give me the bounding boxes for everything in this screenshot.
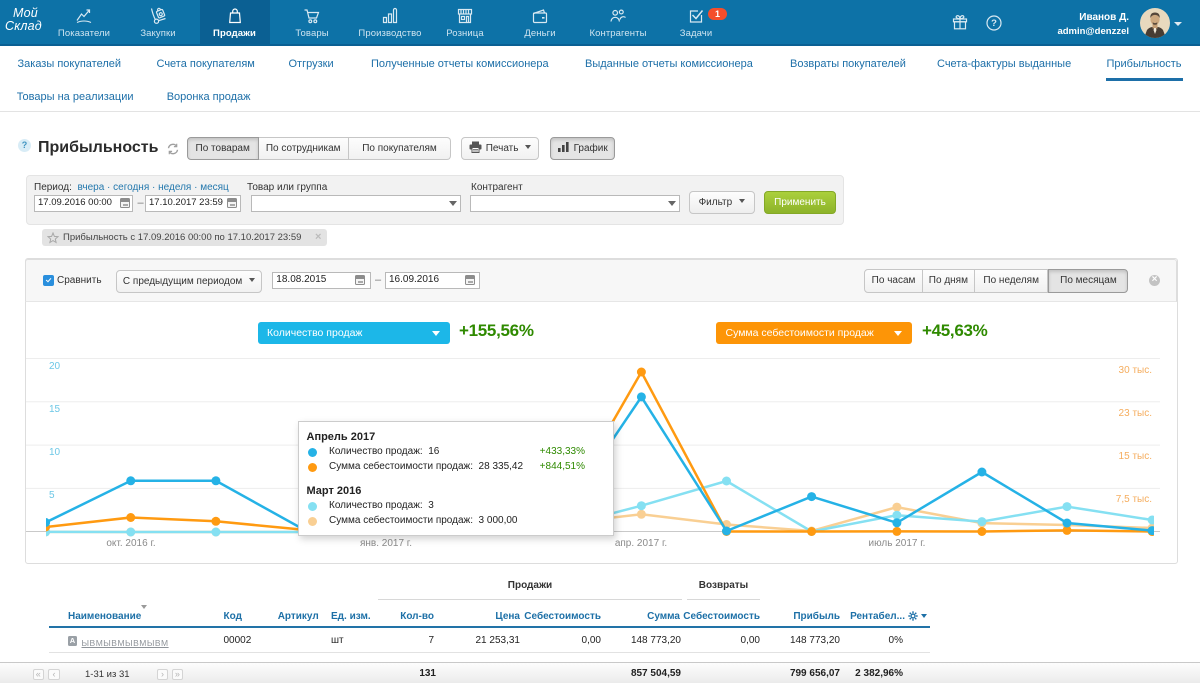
svg-text:?: ? (991, 18, 997, 29)
